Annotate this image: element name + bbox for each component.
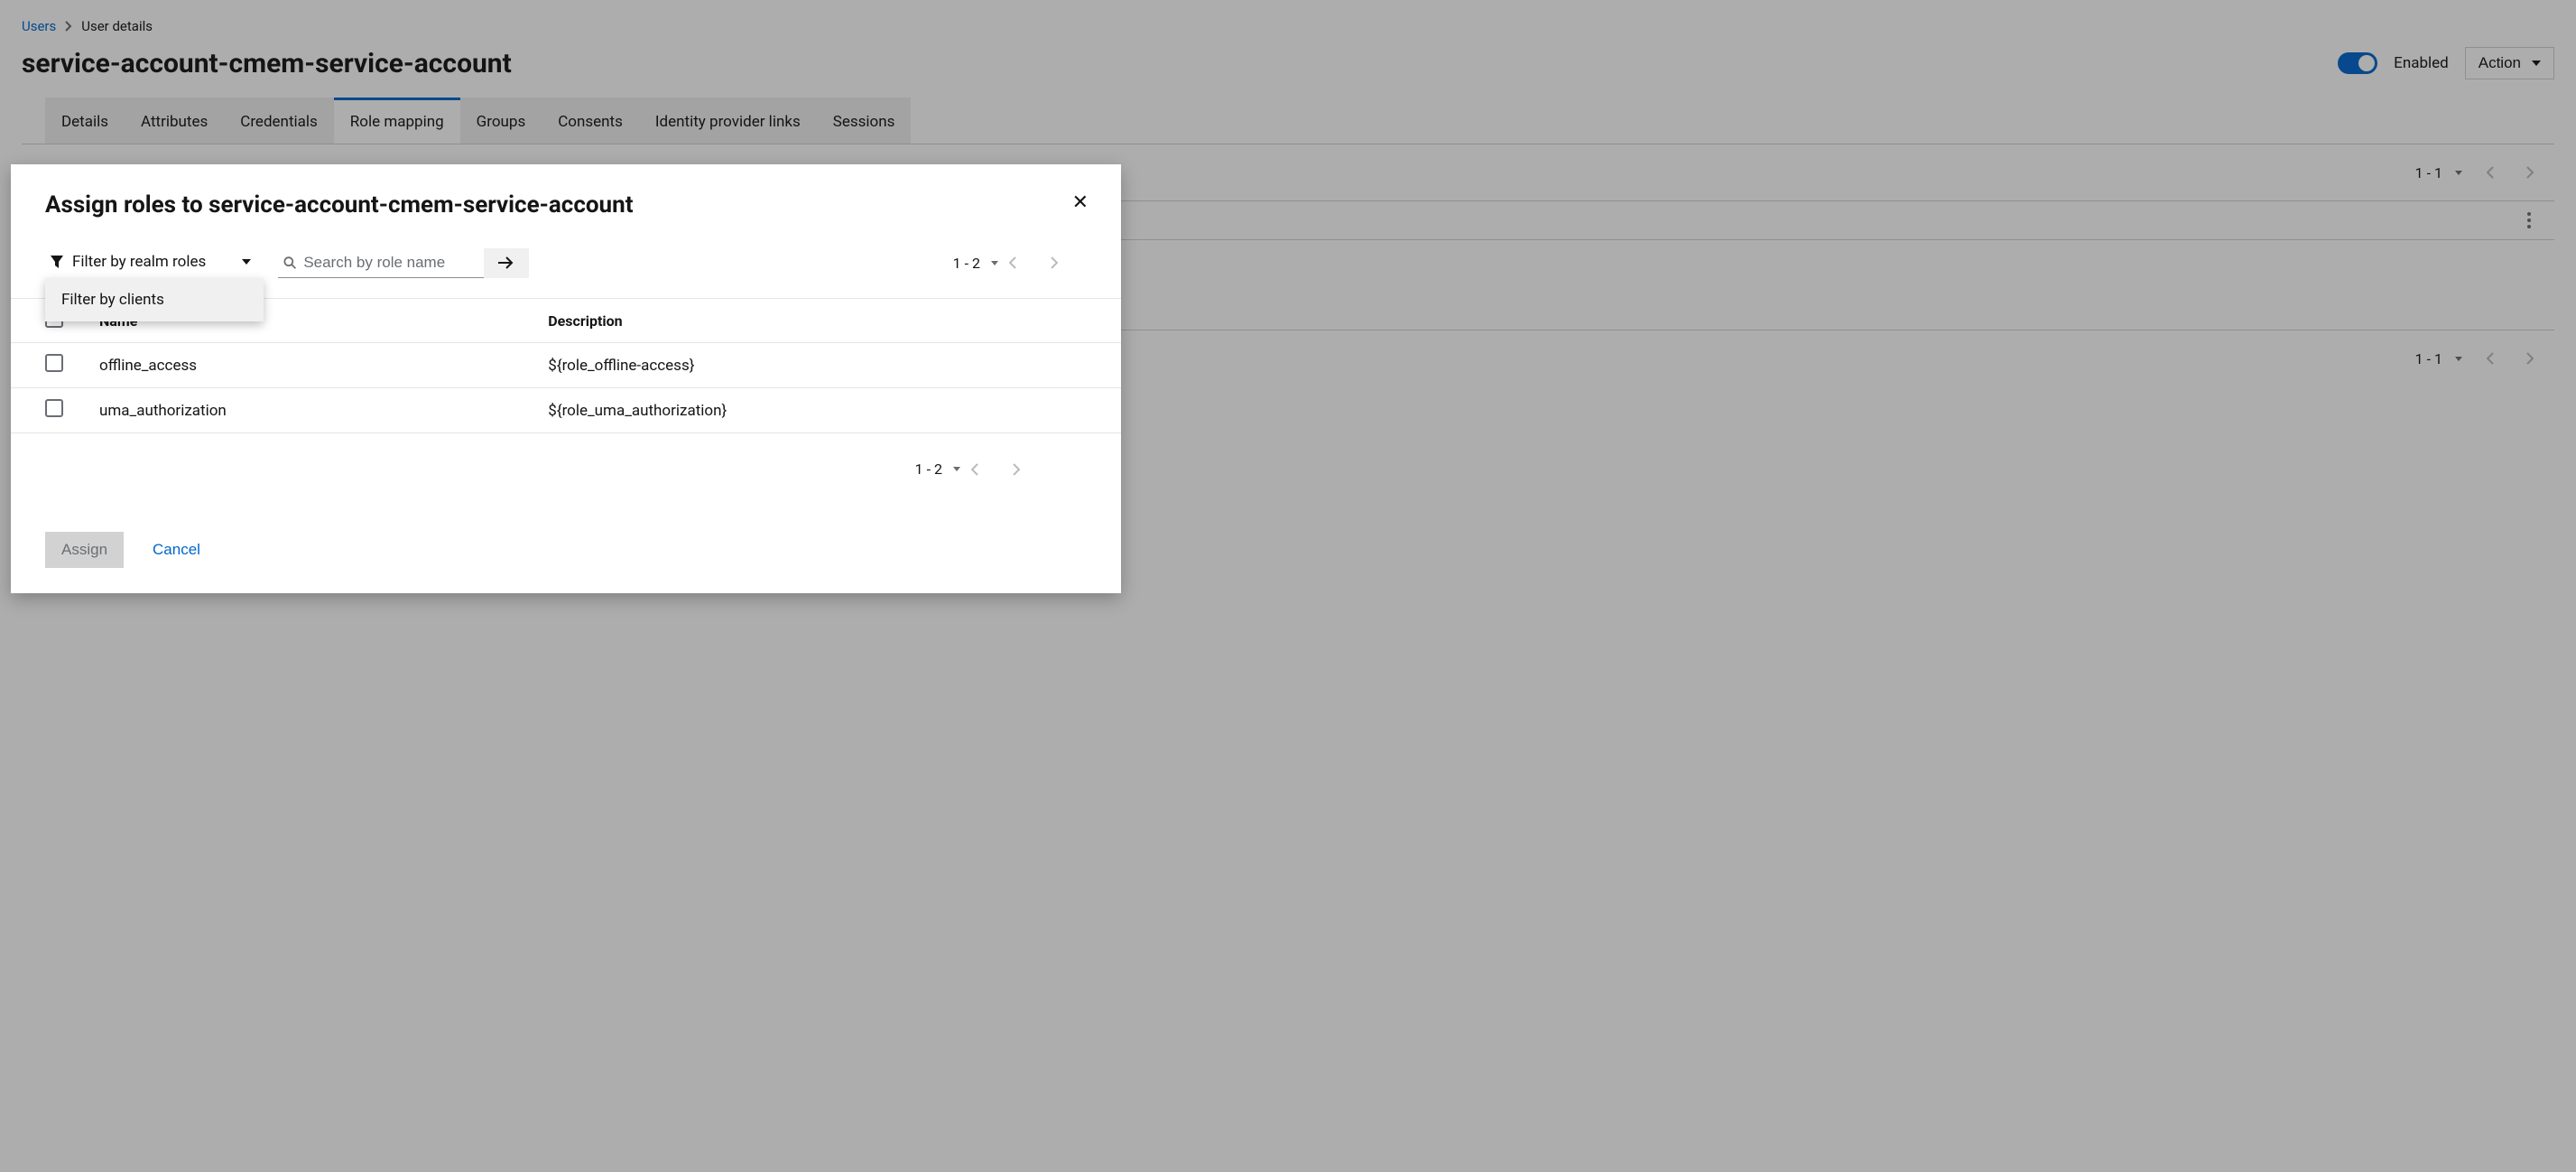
search-icon [283, 256, 296, 270]
assign-button[interactable]: Assign [45, 532, 124, 568]
caret-down-icon [242, 259, 251, 265]
search-submit-button[interactable] [484, 248, 529, 278]
cell-description: ${role_offline-access} [548, 357, 1087, 375]
modal-pager-top: 1 - 2 [953, 255, 1087, 272]
caret-down-icon[interactable] [948, 467, 966, 471]
arrow-right-icon [498, 256, 514, 269]
caret-down-icon[interactable] [986, 261, 1004, 265]
modal-footer: Assign Cancel [11, 478, 1121, 568]
filter-dropdown-menu: Filter by clients [45, 278, 264, 321]
modal-pager-bottom: 1 - 2 [11, 433, 1121, 478]
pager-next[interactable] [1051, 256, 1087, 269]
pager-prev[interactable] [1009, 256, 1045, 269]
row-checkbox[interactable] [45, 354, 63, 372]
col-description: Description [548, 312, 1087, 330]
filter-option-clients[interactable]: Filter by clients [45, 278, 264, 321]
table-row: uma_authorization ${role_uma_authorizati… [11, 387, 1121, 433]
pager-prev[interactable] [971, 463, 1007, 476]
row-checkbox[interactable] [45, 399, 63, 417]
filter-dropdown[interactable]: Filter by realm roles Filter by clients [45, 246, 262, 280]
pager-next[interactable] [1013, 463, 1049, 476]
cell-name: uma_authorization [99, 402, 548, 420]
filter-icon [51, 256, 63, 268]
cell-name: offline_access [99, 357, 548, 375]
search-group [278, 248, 529, 278]
modal-header: Assign roles to service-account-cmem-ser… [11, 191, 1121, 228]
filter-label: Filter by realm roles [72, 253, 206, 271]
cell-description: ${role_uma_authorization} [548, 402, 1087, 420]
cancel-button[interactable]: Cancel [149, 532, 204, 568]
modal-title: Assign roles to service-account-cmem-ser… [45, 191, 634, 219]
pager-range: 1 - 2 [953, 255, 980, 272]
assign-roles-modal: Assign roles to service-account-cmem-ser… [11, 164, 1121, 593]
modal-toolbar: Filter by realm roles Filter by clients … [11, 228, 1121, 280]
pager-range: 1 - 2 [915, 460, 942, 478]
close-icon[interactable]: ✕ [1067, 191, 1094, 214]
table-row: offline_access ${role_offline-access} [11, 342, 1121, 387]
toolbar-left: Filter by realm roles Filter by clients [45, 246, 529, 280]
search-input[interactable] [303, 254, 475, 272]
search-box [278, 248, 484, 278]
